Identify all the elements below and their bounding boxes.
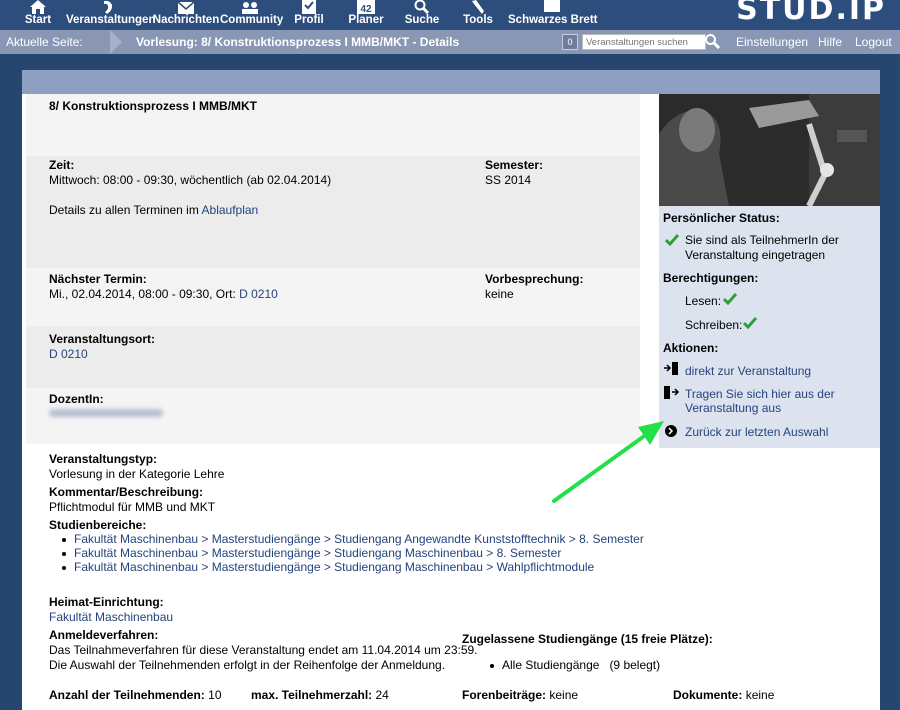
- logout-link[interactable]: Logout: [855, 35, 892, 49]
- mail-icon: [152, 0, 220, 14]
- calendar-icon: 42: [346, 0, 386, 15]
- checkmark-icon: [722, 293, 738, 308]
- status-heading: Persönlicher Status:: [663, 211, 780, 225]
- annotation-arrow: [552, 421, 664, 503]
- location-bar: Aktuelle Seite: Vorlesung: 8/ Konstrukti…: [0, 30, 900, 54]
- nav-profil[interactable]: Profil: [292, 0, 326, 30]
- aktionen-heading: Aktionen:: [663, 341, 719, 355]
- nav-veranstaltungen[interactable]: Veranstaltungen: [66, 0, 155, 30]
- heimat-link[interactable]: Fakultät Maschinenbau: [49, 610, 173, 624]
- checkmark-icon: [664, 234, 680, 249]
- nav-tools[interactable]: Tools: [460, 0, 496, 30]
- status-line2: Veranstaltung eingetragen: [685, 248, 826, 262]
- content-header-bar: [22, 70, 880, 94]
- ort-room-link[interactable]: D 0210: [49, 347, 88, 361]
- zugelassen-label: Zugelassene Studiengänge (15 freie Plätz…: [462, 632, 713, 646]
- next-termin-label: Nächster Termin:: [49, 272, 147, 286]
- community-icon: [220, 0, 280, 14]
- content-area: 8/ Konstruktionsprozess I MMB/MKT Zeit: …: [22, 70, 880, 710]
- home-icon: [22, 0, 54, 14]
- nav-planer[interactable]: 42 Planer: [346, 0, 386, 30]
- checkmark-icon: [742, 317, 758, 332]
- zeit-value: Mittwoch: 08:00 - 09:30, wöchentlich (ab…: [49, 173, 332, 187]
- tools-icon: [460, 0, 496, 14]
- studienbereich-item[interactable]: Fakultät Maschinenbau > Masterstudiengän…: [62, 560, 594, 574]
- zeit-label: Zeit:: [49, 158, 75, 172]
- anmelde-line2: Die Auswahl der Teilnehmenden erfolgt in…: [49, 658, 446, 672]
- anmelde-label: Anmeldeverfahren:: [49, 628, 159, 642]
- nav-nachrichten[interactable]: Nachrichten: [152, 0, 220, 30]
- anmelde-line1: Das Teilnahmeverfahren für diese Veranst…: [49, 643, 478, 657]
- typ-value: Vorlesung in der Kategorie Lehre: [49, 467, 225, 481]
- search-icon: [404, 0, 440, 15]
- course-sidebar: Persönlicher Status: Sie sind als Teilne…: [659, 94, 880, 448]
- studienbereiche-label: Studienbereiche:: [49, 518, 147, 532]
- enter-icon: [664, 362, 680, 378]
- back-to-selection-link[interactable]: Zurück zur letzten Auswahl: [685, 425, 828, 439]
- next-termin-value: Mi., 02.04.2014, 08:00 - 09:30, Ort: D 0…: [49, 287, 278, 301]
- ort-label: Veranstaltungsort:: [49, 332, 156, 346]
- kommentar-value: Pflichtmodul für MMB und MKT: [49, 500, 216, 514]
- lesen-label: Lesen:: [685, 294, 722, 308]
- search-icon[interactable]: [704, 33, 721, 52]
- leave-course-icon: [664, 386, 680, 402]
- status-line1: Sie sind als TeilnehmerIn der: [685, 233, 839, 247]
- nav-suche[interactable]: Suche: [404, 0, 440, 30]
- nav-community[interactable]: Community: [220, 0, 283, 30]
- leave-course-link[interactable]: Tragen Sie sich hier aus der Veranstaltun…: [685, 387, 835, 415]
- kommentar-label: Kommentar/Beschreibung:: [49, 485, 204, 499]
- vorbesprechung-label: Vorbesprechung:: [485, 272, 584, 286]
- studienbereich-item[interactable]: Fakultät Maschinenbau > Masterstudiengän…: [62, 546, 561, 560]
- help-link[interactable]: Hilfe: [818, 35, 842, 49]
- seminar-icon: [66, 0, 152, 15]
- course-name: 8/ Konstruktionsprozess I MMB/MKT: [49, 99, 258, 113]
- dozent-label: DozentIn:: [49, 392, 104, 406]
- semester-label: Semester:: [485, 158, 544, 172]
- course-search-input[interactable]: [582, 34, 706, 50]
- zugelassen-item: Alle Studiengänge (9 belegt): [490, 658, 660, 672]
- studienbereich-item[interactable]: Fakultät Maschinenbau > Masterstudiengän…: [62, 532, 644, 546]
- typ-label: Veranstaltungstyp:: [49, 452, 158, 466]
- heimat-label: Heimat-Einrichtung:: [49, 595, 164, 609]
- top-navigation: Start Veranstaltungen Nachrichten Commun…: [0, 0, 900, 30]
- ablaufplan-link[interactable]: Ablaufplan: [202, 203, 259, 217]
- current-page-label: Aktuelle Seite:: [6, 35, 83, 49]
- details-text: Details zu allen Terminen im Ablaufplan: [49, 203, 259, 217]
- nav-schwarzes-brett[interactable]: Schwarzes Brett: [508, 0, 597, 30]
- chevron-right-icon: [110, 30, 122, 54]
- course-image: [659, 94, 880, 206]
- next-room-link[interactable]: D 0210: [239, 287, 278, 301]
- settings-link[interactable]: Einstellungen: [736, 35, 808, 49]
- board-icon: [508, 0, 596, 14]
- profile-icon: [292, 0, 326, 14]
- search-counter: 0: [562, 34, 578, 50]
- svg-text:42: 42: [360, 4, 372, 14]
- vorbesprechung-value: keine: [485, 287, 514, 301]
- page-title: Vorlesung: 8/ Konstruktionsprozess I MMB…: [136, 35, 460, 49]
- studip-logo[interactable]: STUD.IP: [736, 0, 886, 27]
- goto-course-link[interactable]: direkt zur Veranstaltung: [685, 364, 811, 378]
- nav-start[interactable]: Start: [22, 0, 54, 30]
- schreiben-label: Schreiben:: [685, 318, 743, 332]
- dozent-name-redacted: [49, 409, 163, 417]
- berechtigungen-heading: Berechtigungen:: [663, 271, 759, 285]
- semester-value: SS 2014: [485, 173, 532, 187]
